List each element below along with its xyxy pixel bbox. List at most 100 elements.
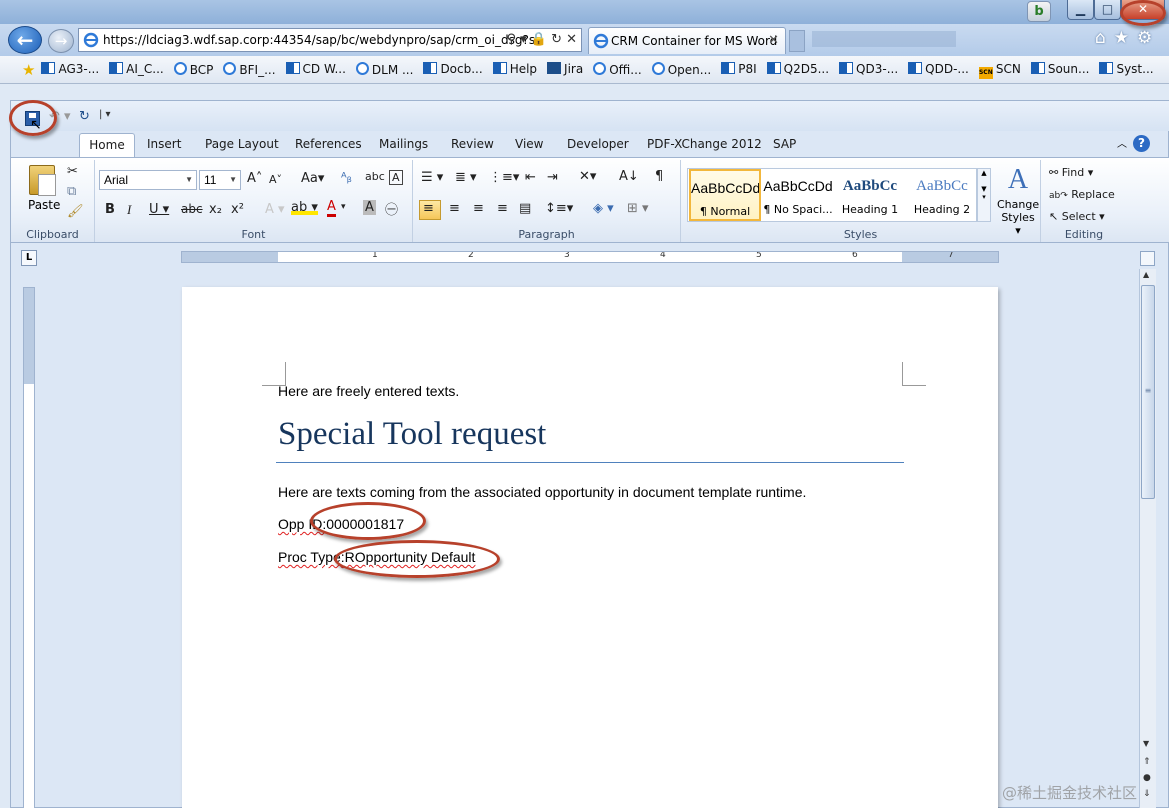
show-formatting-icon[interactable]: ¶	[655, 169, 663, 184]
style-normal[interactable]: AaBbCcDd ¶ Normal	[689, 169, 761, 221]
ribbon-tab-pdf-xchange-2012[interactable]: PDF-XChange 2012	[647, 137, 762, 151]
ribbon-tab-view[interactable]: View	[515, 137, 543, 151]
ribbon-tab-mailings[interactable]: Mailings	[379, 137, 428, 151]
justify-icon[interactable]: ≡	[497, 201, 508, 216]
back-button[interactable]: ←	[8, 26, 42, 54]
favorite-link[interactable]: Offi...	[593, 62, 642, 77]
align-center-icon[interactable]: ≡	[449, 201, 460, 216]
document-heading[interactable]: Special Tool request	[278, 416, 904, 453]
underline-button[interactable]: U ▾	[149, 202, 169, 217]
browser-tab[interactable]: CRM Container for MS Word ✕	[588, 27, 786, 54]
paste-icon[interactable]	[29, 165, 56, 196]
forward-button[interactable]: →	[48, 29, 74, 53]
font-name-combo[interactable]: Arial ▼	[99, 170, 197, 190]
opp-id-paragraph[interactable]: Opp ID:0000001817	[278, 516, 404, 532]
character-shading-icon[interactable]: A	[363, 200, 376, 215]
close-button[interactable]: ✕	[1121, 0, 1165, 20]
multilevel-list-icon[interactable]: ⋮≡▾	[489, 170, 519, 185]
ribbon-tab-insert[interactable]: Insert	[147, 137, 181, 151]
style-heading-2[interactable]: AaBbCc Heading 2	[906, 169, 978, 221]
select-button[interactable]: ↖ Select ▾	[1049, 210, 1105, 223]
format-painter-icon[interactable]: 🖌	[67, 204, 84, 219]
scroll-up-icon[interactable]: ▲	[1143, 270, 1149, 279]
strikethrough-button[interactable]: abc	[181, 202, 203, 216]
customize-qat-icon[interactable]: | ▾	[99, 109, 111, 120]
clear-formatting-icon[interactable]: ᴬᵦ	[341, 171, 352, 186]
text-effects-icon[interactable]: A ▾	[265, 202, 285, 217]
highlight-icon[interactable]: ab ▾	[291, 200, 318, 215]
favorites-star-icon[interactable]: ★	[1114, 28, 1137, 48]
minimize-ribbon-icon[interactable]: ︿	[1117, 139, 1127, 150]
dropdown-arrow-icon[interactable]: ▾	[341, 202, 346, 212]
decrease-indent-icon[interactable]: ⇤	[525, 170, 536, 185]
copy-icon[interactable]: ⧉	[67, 184, 76, 199]
address-bar[interactable]: https://ldciag3.wdf.sap.corp:44354/sap/b…	[78, 28, 582, 52]
paste-button[interactable]: Paste	[28, 198, 60, 212]
increase-indent-icon[interactable]: ⇥	[547, 170, 558, 185]
home-icon[interactable]: ⌂	[1095, 28, 1114, 48]
ribbon-tab-developer[interactable]: Developer	[567, 137, 629, 151]
favorite-link[interactable]: Docb...	[423, 62, 483, 76]
proc-type-paragraph[interactable]: Proc Type:ROpportunity Default	[278, 549, 475, 565]
horizontal-ruler[interactable]: 1 2 3 4 5 6 7	[181, 251, 999, 263]
redo-icon[interactable]: ↻	[79, 109, 90, 124]
ribbon-tab-page-layout[interactable]: Page Layout	[205, 137, 279, 151]
document-page[interactable]: Here are freely entered texts. Special T…	[182, 287, 998, 808]
bing-icon[interactable]: b	[1027, 1, 1051, 22]
borders-icon[interactable]: ⊞ ▾	[627, 201, 649, 216]
favorite-link[interactable]: P8I	[721, 62, 757, 76]
favorite-link[interactable]: DLM ...	[355, 62, 413, 77]
favorite-link[interactable]: AG3-...	[41, 62, 99, 76]
next-page-icon[interactable]: ⇓	[1143, 789, 1151, 799]
grow-font-icon[interactable]: A˄	[247, 171, 262, 186]
line-spacing-icon[interactable]: ↕≡▾	[545, 201, 573, 216]
new-tab-button[interactable]	[789, 30, 805, 52]
style-heading-1[interactable]: AaBbCc Heading 1	[834, 169, 906, 221]
browse-object-icon[interactable]: ●	[1143, 773, 1151, 783]
subscript-button[interactable]: x₂	[209, 202, 222, 217]
find-button[interactable]: ⚯ Find ▾	[1049, 166, 1093, 179]
distributed-icon[interactable]: ▤	[519, 201, 531, 216]
replace-button[interactable]: ab↷ Replace	[1049, 188, 1115, 201]
favorite-link[interactable]: AI_C...	[109, 62, 164, 76]
shrink-font-icon[interactable]: A˅	[269, 173, 282, 186]
character-border-icon[interactable]: A	[389, 170, 403, 185]
favorite-link[interactable]: Open...	[651, 62, 711, 77]
scrollbar-thumb[interactable]: ≡	[1141, 285, 1155, 499]
ribbon-tab-sap[interactable]: SAP	[773, 137, 796, 151]
vertical-ruler[interactable]	[23, 287, 35, 808]
align-right-icon[interactable]: ≡	[473, 201, 484, 216]
undo-icon[interactable]: ↶ ▾	[49, 109, 71, 124]
ribbon-tab-review[interactable]: Review	[451, 137, 494, 151]
favorite-link[interactable]: CD W...	[285, 62, 346, 76]
ribbon-tab-home[interactable]: Home	[79, 133, 135, 158]
font-size-combo[interactable]: 11 ▼	[199, 170, 241, 190]
favorite-link[interactable]: Help	[492, 62, 537, 76]
numbering-icon[interactable]: ≣ ▾	[455, 170, 477, 185]
favorite-link[interactable]: Q2D5...	[766, 62, 829, 76]
favorite-link[interactable]: SCN SCN	[978, 62, 1021, 79]
tab-selector-button[interactable]: L	[21, 250, 37, 266]
change-case-icon[interactable]: Aa▾	[301, 171, 324, 186]
maximize-button[interactable]: □	[1094, 0, 1121, 20]
text-direction-icon[interactable]: ✕▾	[579, 169, 596, 184]
blurred-tab[interactable]	[812, 31, 956, 47]
bullets-icon[interactable]: ☰ ▾	[421, 170, 443, 185]
browser-tool-icons[interactable]: ⌂★⚙	[1095, 28, 1160, 48]
italic-button[interactable]: I	[127, 202, 131, 218]
body-paragraph[interactable]: Here are texts coming from the associate…	[278, 484, 806, 500]
favorite-link[interactable]: Jira	[547, 62, 583, 76]
intro-paragraph[interactable]: Here are freely entered texts.	[278, 383, 459, 399]
shading-icon[interactable]: ◈ ▾	[593, 201, 614, 216]
font-color-icon[interactable]: A	[327, 200, 336, 217]
cut-icon[interactable]: ✂	[67, 164, 78, 179]
sort-icon[interactable]: A↓	[619, 169, 639, 184]
favorite-link[interactable]: Soun...	[1030, 62, 1089, 76]
settings-gear-icon[interactable]: ⚙	[1137, 28, 1160, 48]
favorite-link[interactable]: QD3-...	[839, 62, 898, 76]
address-tools[interactable]: ⚲ ▾ 🔒 ↻ ✕	[506, 29, 577, 51]
favorites-star-icon[interactable]: ★	[22, 61, 35, 79]
phonetic-guide-icon[interactable]: abc	[365, 170, 385, 183]
minimize-button[interactable]: ▁	[1067, 0, 1094, 20]
change-styles-button[interactable]: A Change Styles ▾	[997, 162, 1039, 237]
